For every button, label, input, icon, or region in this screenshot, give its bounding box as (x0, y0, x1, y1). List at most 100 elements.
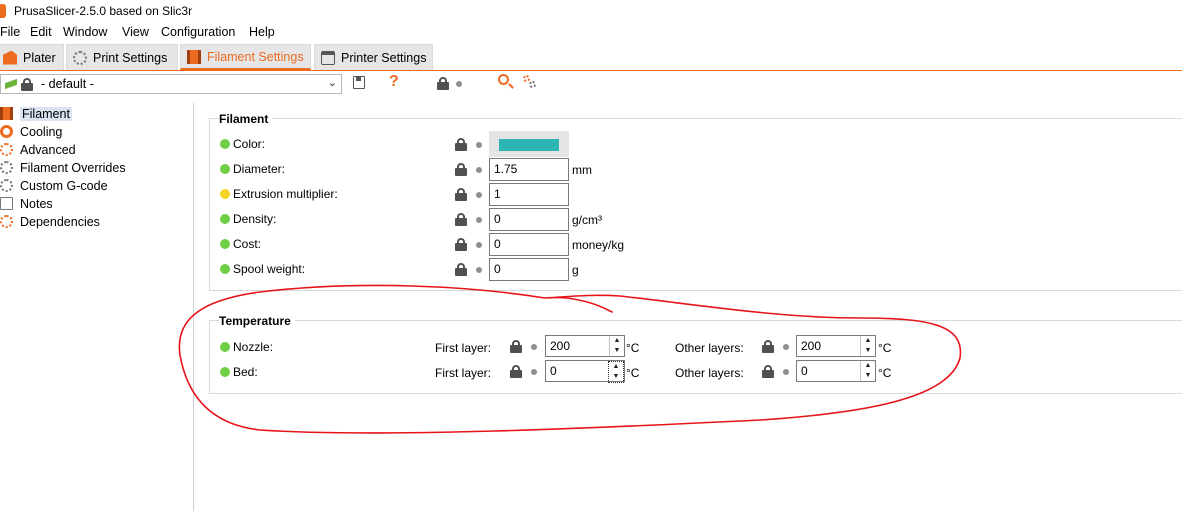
tab-printer-settings[interactable]: Printer Settings (314, 44, 433, 70)
lock-icon[interactable] (455, 238, 467, 251)
sidebar-item-filament[interactable]: Filament (0, 105, 72, 122)
cost-label: Cost: (220, 237, 261, 251)
modified-value-dot-icon[interactable] (456, 81, 462, 87)
filament-group: Filament (209, 112, 1182, 291)
menu-edit[interactable]: Edit (30, 25, 52, 39)
lock-icon[interactable] (455, 263, 467, 276)
menu-help[interactable]: Help (249, 25, 275, 39)
lock-icon[interactable] (455, 163, 467, 176)
color-swatch (499, 139, 559, 151)
extrusion-multiplier-label: Extrusion multiplier: (220, 187, 338, 201)
advanced-mode-dot-icon (220, 189, 230, 199)
density-unit: g/cm³ (572, 213, 602, 227)
reset-dot-icon[interactable] (531, 369, 537, 375)
color-label: Color: (220, 137, 265, 151)
spinner-value: 0 (801, 364, 808, 378)
reset-dot-icon[interactable] (531, 344, 537, 350)
extrusion-multiplier-input[interactable]: 1 (489, 183, 569, 206)
menu-file[interactable]: File (0, 25, 20, 39)
sidebar-item-dependencies[interactable]: Dependencies (0, 213, 100, 230)
search-icon[interactable] (498, 74, 514, 89)
preset-dropdown[interactable]: - default - ⌄ (0, 74, 342, 94)
lock-icon[interactable] (455, 213, 467, 226)
menu-window[interactable]: Window (63, 25, 107, 39)
tab-print-settings[interactable]: Print Settings (66, 44, 178, 70)
filament-settings-icon (187, 49, 201, 64)
reset-dot-icon[interactable] (476, 217, 482, 223)
sidebar-item-label: Advanced (20, 142, 76, 157)
reset-dot-icon[interactable] (476, 242, 482, 248)
advanced-icon (0, 143, 13, 156)
basic-mode-dot-icon (220, 367, 230, 377)
diameter-input[interactable]: 1.75 (489, 158, 569, 181)
spinner-arrows[interactable]: ▲ ▼ (860, 336, 875, 356)
bed-label: Bed: (220, 365, 258, 379)
tab-filament-settings[interactable]: Filament Settings (180, 44, 311, 70)
basic-mode-dot-icon (220, 239, 230, 249)
tab-plater-label: Plater (23, 50, 56, 65)
spinner-arrows[interactable]: ▲ ▼ (609, 336, 624, 356)
sidebar-item-cooling[interactable]: Cooling (0, 123, 62, 140)
system-value-lock-icon[interactable] (437, 77, 449, 90)
tab-plater[interactable]: Plater (0, 44, 64, 70)
title-bar: PrusaSlicer-2.5.0 based on Slic3r (0, 0, 1182, 22)
tab-print-settings-label: Print Settings (93, 50, 168, 65)
help-icon[interactable]: ? (389, 73, 399, 91)
preset-compatible-flag-icon (5, 78, 17, 90)
sidebar-item-advanced[interactable]: Advanced (0, 141, 76, 158)
basic-mode-dot-icon (220, 342, 230, 352)
basic-mode-dot-icon (220, 264, 230, 274)
nozzle-other-layers-label: Other layers: (675, 341, 744, 355)
gcode-icon (0, 179, 13, 192)
nozzle-first-layer-label: First layer: (435, 341, 492, 355)
bed-other-layers-label: Other layers: (675, 366, 744, 380)
bed-first-layer-spinner[interactable]: 0 ▲ ▼ (545, 360, 625, 383)
nozzle-first-layer-spinner[interactable]: 200 ▲ ▼ (545, 335, 625, 357)
spool-weight-input[interactable]: 0 (489, 258, 569, 281)
spinner-arrows[interactable]: ▲ ▼ (608, 361, 624, 383)
reset-dot-icon[interactable] (783, 369, 789, 375)
sidebar-item-filament-overrides[interactable]: Filament Overrides (0, 159, 126, 176)
menu-view[interactable]: View (122, 25, 149, 39)
lock-icon[interactable] (510, 340, 522, 353)
dependencies-icon (0, 215, 13, 228)
spool-weight-unit: g (572, 263, 579, 277)
density-input[interactable]: 0 (489, 208, 569, 231)
reset-dot-icon[interactable] (783, 344, 789, 350)
tab-filament-settings-label: Filament Settings (207, 49, 304, 64)
nozzle-other-layers-spinner[interactable]: 200 ▲ ▼ (796, 335, 876, 357)
cost-input[interactable]: 0 (489, 233, 569, 256)
preset-value: - default - (41, 77, 94, 91)
bed-other-layers-spinner[interactable]: 0 ▲ ▼ (796, 360, 876, 382)
chevron-down-icon: ⌄ (327, 77, 337, 89)
sidebar-item-notes[interactable]: Notes (0, 195, 53, 212)
cooling-icon (0, 125, 13, 138)
group-title: Temperature (219, 314, 295, 328)
menu-configuration[interactable]: Configuration (161, 25, 235, 39)
save-preset-icon[interactable] (353, 76, 365, 89)
basic-mode-dot-icon (220, 164, 230, 174)
nozzle-other-unit: °C (878, 341, 892, 355)
lock-icon[interactable] (510, 365, 522, 378)
sidebar-item-label: Dependencies (20, 214, 100, 229)
nozzle-first-unit: °C (626, 341, 640, 355)
color-picker[interactable] (489, 131, 569, 157)
reset-dot-icon[interactable] (476, 192, 482, 198)
lock-icon[interactable] (762, 365, 774, 378)
lock-icon[interactable] (455, 138, 467, 151)
reset-dot-icon[interactable] (476, 167, 482, 173)
spinner-arrows[interactable]: ▲ ▼ (860, 361, 875, 381)
lock-icon[interactable] (455, 188, 467, 201)
reset-dot-icon[interactable] (476, 142, 482, 148)
print-settings-icon (73, 50, 87, 65)
compare-presets-icon[interactable] (523, 75, 537, 89)
lock-icon[interactable] (762, 340, 774, 353)
printer-settings-icon (321, 50, 335, 65)
tab-printer-settings-label: Printer Settings (341, 50, 427, 65)
sidebar-item-label: Filament Overrides (20, 160, 126, 175)
basic-mode-dot-icon (220, 139, 230, 149)
reset-dot-icon[interactable] (476, 267, 482, 273)
sidebar-item-custom-gcode[interactable]: Custom G-code (0, 177, 108, 194)
temperature-group: Temperature (209, 314, 1182, 394)
filament-icon (0, 107, 13, 120)
